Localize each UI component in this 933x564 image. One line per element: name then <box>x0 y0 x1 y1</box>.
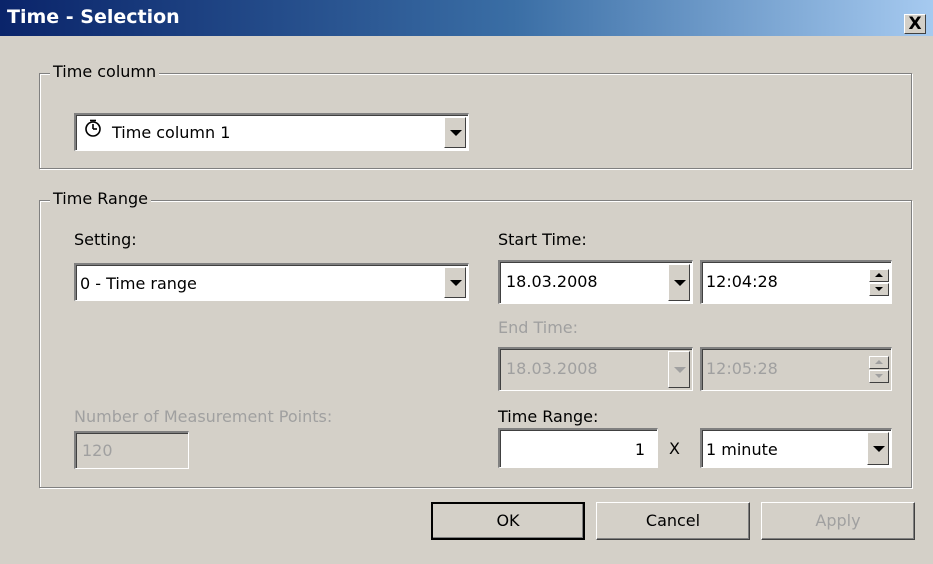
time-range-label: Time Range: <box>498 407 599 426</box>
setting-label: Setting: <box>74 230 137 249</box>
ok-button[interactable]: OK <box>431 502 585 540</box>
arrow-down-icon <box>875 287 883 291</box>
start-date-value: 18.03.2008 <box>506 272 598 291</box>
arrow-down-icon <box>875 374 883 378</box>
window-title: Time - Selection <box>7 6 180 28</box>
end-time-spin-up <box>869 356 889 369</box>
cancel-button[interactable]: Cancel <box>596 502 750 540</box>
range-count-value: 1 <box>634 440 645 459</box>
arrow-up-icon <box>875 273 883 277</box>
time-selection-dialog: Time - Selection X Time column Time colu… <box>0 0 933 564</box>
end-date-picker: 18.03.2008 <box>498 347 693 391</box>
chevron-down-icon <box>674 367 686 373</box>
start-date-picker[interactable]: 18.03.2008 <box>498 260 693 304</box>
end-date-value: 18.03.2008 <box>506 359 598 378</box>
clock-icon <box>85 119 101 137</box>
time-column-select[interactable]: Time column 1 <box>74 113 469 151</box>
start-time-label: Start Time: <box>498 230 587 249</box>
range-unit-value: 1 minute <box>706 440 778 459</box>
start-time-spin-up[interactable] <box>869 269 889 282</box>
setting-value: 0 - Time range <box>80 274 197 293</box>
start-time-value: 12:04:28 <box>706 272 778 291</box>
setting-select[interactable]: 0 - Time range <box>74 263 469 301</box>
apply-button: Apply <box>761 502 915 540</box>
range-unit-dropdown-button[interactable] <box>867 432 889 465</box>
points-value: 120 <box>82 441 113 460</box>
range-unit-select[interactable]: 1 minute <box>700 428 892 468</box>
chevron-down-icon <box>450 130 462 136</box>
end-time-value: 12:05:28 <box>706 359 778 378</box>
end-time-label: End Time: <box>498 318 579 337</box>
chevron-down-icon <box>450 280 462 286</box>
close-button[interactable]: X <box>904 14 926 34</box>
start-time-spin-down[interactable] <box>869 283 889 296</box>
range-multiplier: X <box>669 439 680 458</box>
range-count-input[interactable]: 1 <box>498 428 658 468</box>
setting-dropdown-button[interactable] <box>444 267 466 298</box>
title-bar[interactable]: Time - Selection <box>0 0 933 36</box>
start-time-spinner[interactable]: 12:04:28 <box>700 260 892 304</box>
chevron-down-icon <box>873 446 885 452</box>
time-column-legend: Time column <box>50 62 160 81</box>
end-time-spin-down <box>869 370 889 383</box>
points-label: Number of Measurement Points: <box>74 407 333 426</box>
time-column-value: Time column 1 <box>112 123 231 142</box>
start-date-dropdown-button[interactable] <box>668 264 690 301</box>
points-field: 120 <box>74 431 189 469</box>
arrow-up-icon <box>875 360 883 364</box>
time-range-legend: Time Range <box>50 189 151 208</box>
end-time-spinner: 12:05:28 <box>700 347 892 391</box>
end-date-dropdown-button <box>668 351 690 388</box>
chevron-down-icon <box>674 280 686 286</box>
time-column-dropdown-button[interactable] <box>444 117 466 148</box>
